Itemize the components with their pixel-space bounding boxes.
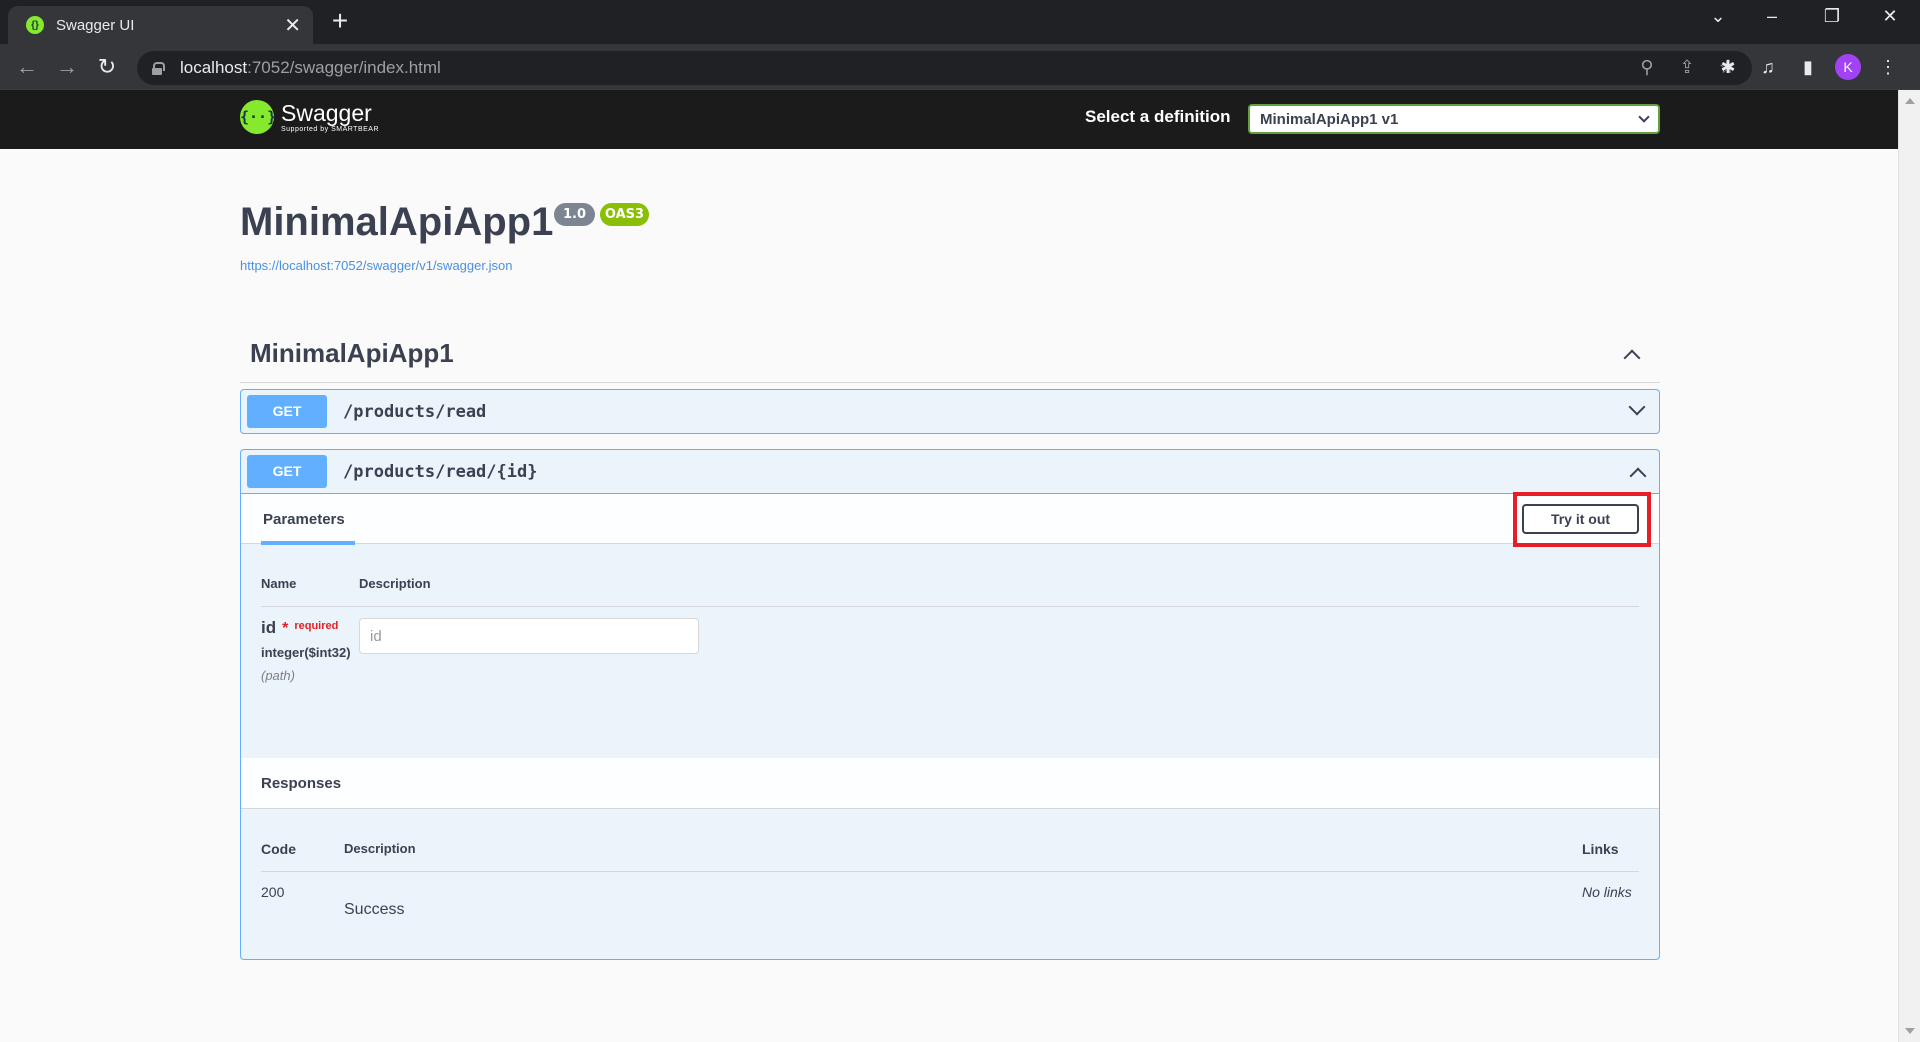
responses-title: Responses [261,775,342,792]
lock-icon[interactable] [152,62,165,75]
minimize-button[interactable]: – [1752,6,1792,27]
swagger-logo-name: Swagger [281,100,372,126]
response-description: Success [344,901,405,918]
parameters-table: Name Description id * required integer($in… [241,544,1659,758]
required-star: * [282,620,289,637]
swagger-favicon-icon: {} [26,16,44,34]
param-id-input[interactable] [359,618,699,654]
response-code: 200 [261,884,285,900]
api-title: MinimalApiApp1 [240,200,554,244]
scroll-up-icon[interactable] [1905,98,1915,104]
param-name-text: id [261,618,277,637]
profile-avatar[interactable]: K [1835,54,1861,80]
method-badge: GET [247,395,327,428]
response-links: No links [1582,884,1632,900]
browser-tab[interactable]: {} Swagger UI ✕ [8,6,313,44]
restore-button[interactable]: ❐ [1812,6,1852,27]
address-bar[interactable]: localhost:7052/swagger/index.html ⚲ ⇪ ☆ [137,51,1752,85]
responses-table: Code Description Links 200 Success No li… [241,809,1659,965]
browser-toolbar: ← → ↻ localhost:7052/swagger/index.html … [0,44,1920,90]
swagger-topbar: {··} Swagger Supported by SMARTBEAR Sele… [0,90,1898,149]
operation-get-products-read: GET /products/read [240,389,1660,434]
definition-value: MinimalApiApp1 v1 [1260,110,1399,128]
param-name: id * required [261,618,338,638]
url-host: localhost [180,58,248,77]
tab-parameters[interactable]: Parameters [261,494,355,545]
browser-tabstrip: {} Swagger UI ✕ + ⌄ – ❐ ✕ [0,0,1920,44]
share-icon[interactable]: ⇪ [1674,57,1700,78]
operation-summary[interactable]: GET /products/read [241,390,1659,433]
url-path: :7052/swagger/index.html [247,58,441,77]
param-in: (path) [261,668,295,683]
chevron-down-icon [1638,111,1650,123]
parameters-section-header: Parameters Try it out [241,492,1659,547]
try-it-out-button[interactable]: Try it out [1522,504,1639,534]
tag-section-header[interactable]: MinimalApiApp1 [240,330,1660,383]
tag-title: MinimalApiApp1 [250,338,454,368]
swagger-json-link[interactable]: https://localhost:7052/swagger/v1/swagge… [240,258,512,273]
operation-get-products-read-id: GET /products/read/{id} Parameters Try i… [240,449,1660,960]
menu-kebab-icon[interactable]: ⋮ [1875,57,1901,78]
reload-icon[interactable]: ↻ [92,52,122,82]
swagger-logo-sub: Supported by SMARTBEAR [281,126,380,133]
params-header-name: Name [261,576,297,591]
operation-path: /products/read/{id} [343,461,538,482]
back-icon[interactable]: ← [12,52,42,82]
side-panel-icon[interactable]: ▮ [1795,57,1821,78]
tab-search-icon[interactable]: ⌄ [1698,6,1738,27]
params-header-description: Description [359,576,431,591]
zoom-icon[interactable]: ⚲ [1634,57,1660,78]
operation-path: /products/read [343,401,487,422]
chevron-up-icon[interactable] [1623,349,1641,367]
definition-select[interactable]: MinimalApiApp1 v1 [1248,104,1660,134]
page-scrollbar[interactable] [1898,90,1920,1042]
resp-header-links: Links [1582,841,1619,857]
operation-summary[interactable]: GET /products/read/{id} [241,450,1659,493]
scroll-down-icon[interactable] [1905,1028,1915,1034]
chevron-up-icon[interactable] [1629,467,1647,485]
media-control-icon[interactable]: ♫ [1755,57,1781,78]
param-type: integer($int32) [261,645,351,660]
close-window-button[interactable]: ✕ [1870,6,1910,27]
definition-label: Select a definition [1085,107,1231,126]
new-tab-button[interactable]: + [325,7,355,36]
resp-header-code: Code [261,841,296,857]
divider [261,606,1639,607]
required-label: required [294,620,339,632]
oas-badge: OAS3 [600,203,649,226]
method-badge: GET [247,455,327,488]
divider [261,871,1639,872]
version-badge: 1.0 [554,203,595,226]
tab-title: Swagger UI [56,16,135,34]
responses-section-header: Responses [241,758,1659,809]
swagger-logo[interactable]: {··} Swagger Supported by SMARTBEAR [240,100,379,134]
extensions-icon[interactable]: ✱ [1715,57,1741,78]
swagger-logo-icon: {··} [240,100,276,134]
forward-icon[interactable]: → [52,52,82,82]
close-tab-icon[interactable]: ✕ [284,13,301,38]
chevron-down-icon[interactable] [1628,398,1646,416]
resp-header-description: Description [344,841,416,856]
